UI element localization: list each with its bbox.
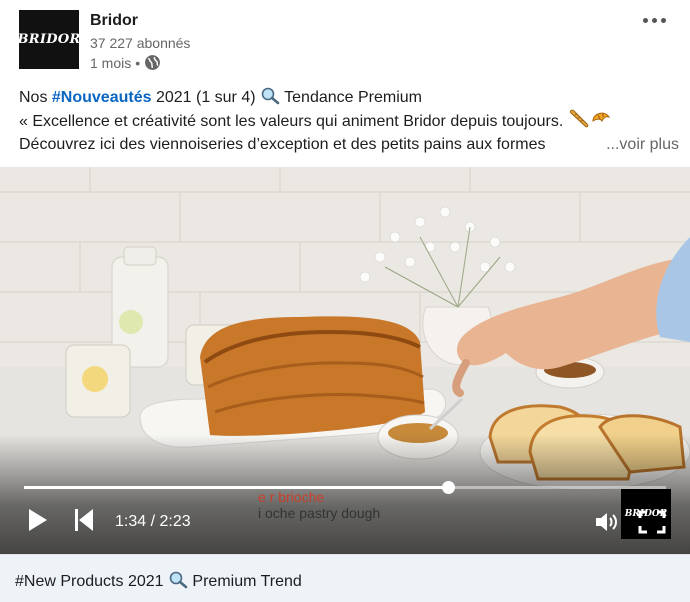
video-player[interactable]: e r brioche i oche pastry dough 1:34 / 2… xyxy=(0,167,690,554)
magnifying-glass-icon xyxy=(261,87,280,105)
baguette-icon xyxy=(569,109,589,128)
author-name[interactable]: Bridor xyxy=(90,12,138,30)
progress-scrubber[interactable] xyxy=(441,481,455,494)
globe-icon xyxy=(145,55,161,70)
caption-text-segment: #New Products 2021 xyxy=(15,573,168,590)
video-subtitle: e r brioche i oche pastry dough xyxy=(258,489,380,521)
text-segment: 2021 (1 sur 4) xyxy=(151,89,260,106)
video-caption: #New Products 2021 Premium Trend xyxy=(15,571,302,591)
subtitle-line-1: e r brioche xyxy=(258,489,325,505)
text-segment: « Excellence et créativité sont les vale… xyxy=(19,113,568,130)
video-progress-bar[interactable] xyxy=(24,481,666,494)
post-meta: 1 mois • xyxy=(90,54,161,71)
company-logo[interactable]: BRIDOR xyxy=(17,10,81,69)
post-text-line-3: ...voir plus Découvrez ici des viennoise… xyxy=(19,133,679,156)
text-segment: Nos xyxy=(19,89,52,106)
feed-post: BRIDOR Bridor 37 227 abonnés 1 mois • No… xyxy=(0,0,690,602)
follower-count: 37 227 abonnés xyxy=(90,35,191,51)
logo-text: BRIDOR xyxy=(17,32,81,47)
more-options-button[interactable] xyxy=(638,10,670,30)
duration: 2:23 xyxy=(159,513,191,530)
see-more-link[interactable]: ...voir plus xyxy=(600,133,679,156)
fullscreen-icon[interactable] xyxy=(638,510,666,534)
text-segment: Tendance Premium xyxy=(280,89,422,106)
post-text-line-1: Nos #Nouveautés 2021 (1 sur 4) Tendance … xyxy=(19,86,679,109)
volume-icon[interactable] xyxy=(594,510,620,534)
video-caption-bar[interactable]: #New Products 2021 Premium Trend xyxy=(0,554,690,602)
current-time: 1:34 xyxy=(115,513,147,530)
croissant-icon xyxy=(592,112,610,123)
video-time: 1:34 / 2:23 xyxy=(115,513,191,531)
caption-text-segment: Premium Trend xyxy=(187,573,302,590)
progress-fill xyxy=(24,486,448,489)
subtitle-line-2: i oche pastry dough xyxy=(258,505,381,521)
meta-dot: • xyxy=(135,54,141,71)
play-icon[interactable] xyxy=(26,507,50,533)
dot-icon xyxy=(651,17,657,23)
post-text-line-2: « Excellence et créativité sont les vale… xyxy=(19,109,679,133)
dot-icon xyxy=(660,17,666,23)
magnifying-glass-icon xyxy=(169,571,188,589)
hashtag-link[interactable]: #Nouveautés xyxy=(52,89,152,106)
time-separator: / xyxy=(146,513,160,530)
skip-back-icon[interactable] xyxy=(72,507,96,533)
dot-icon xyxy=(642,17,648,23)
text-segment: Découvrez ici des viennoiseries d’except… xyxy=(19,136,546,153)
post-time: 1 mois xyxy=(90,54,132,71)
post-text: Nos #Nouveautés 2021 (1 sur 4) Tendance … xyxy=(19,86,679,156)
